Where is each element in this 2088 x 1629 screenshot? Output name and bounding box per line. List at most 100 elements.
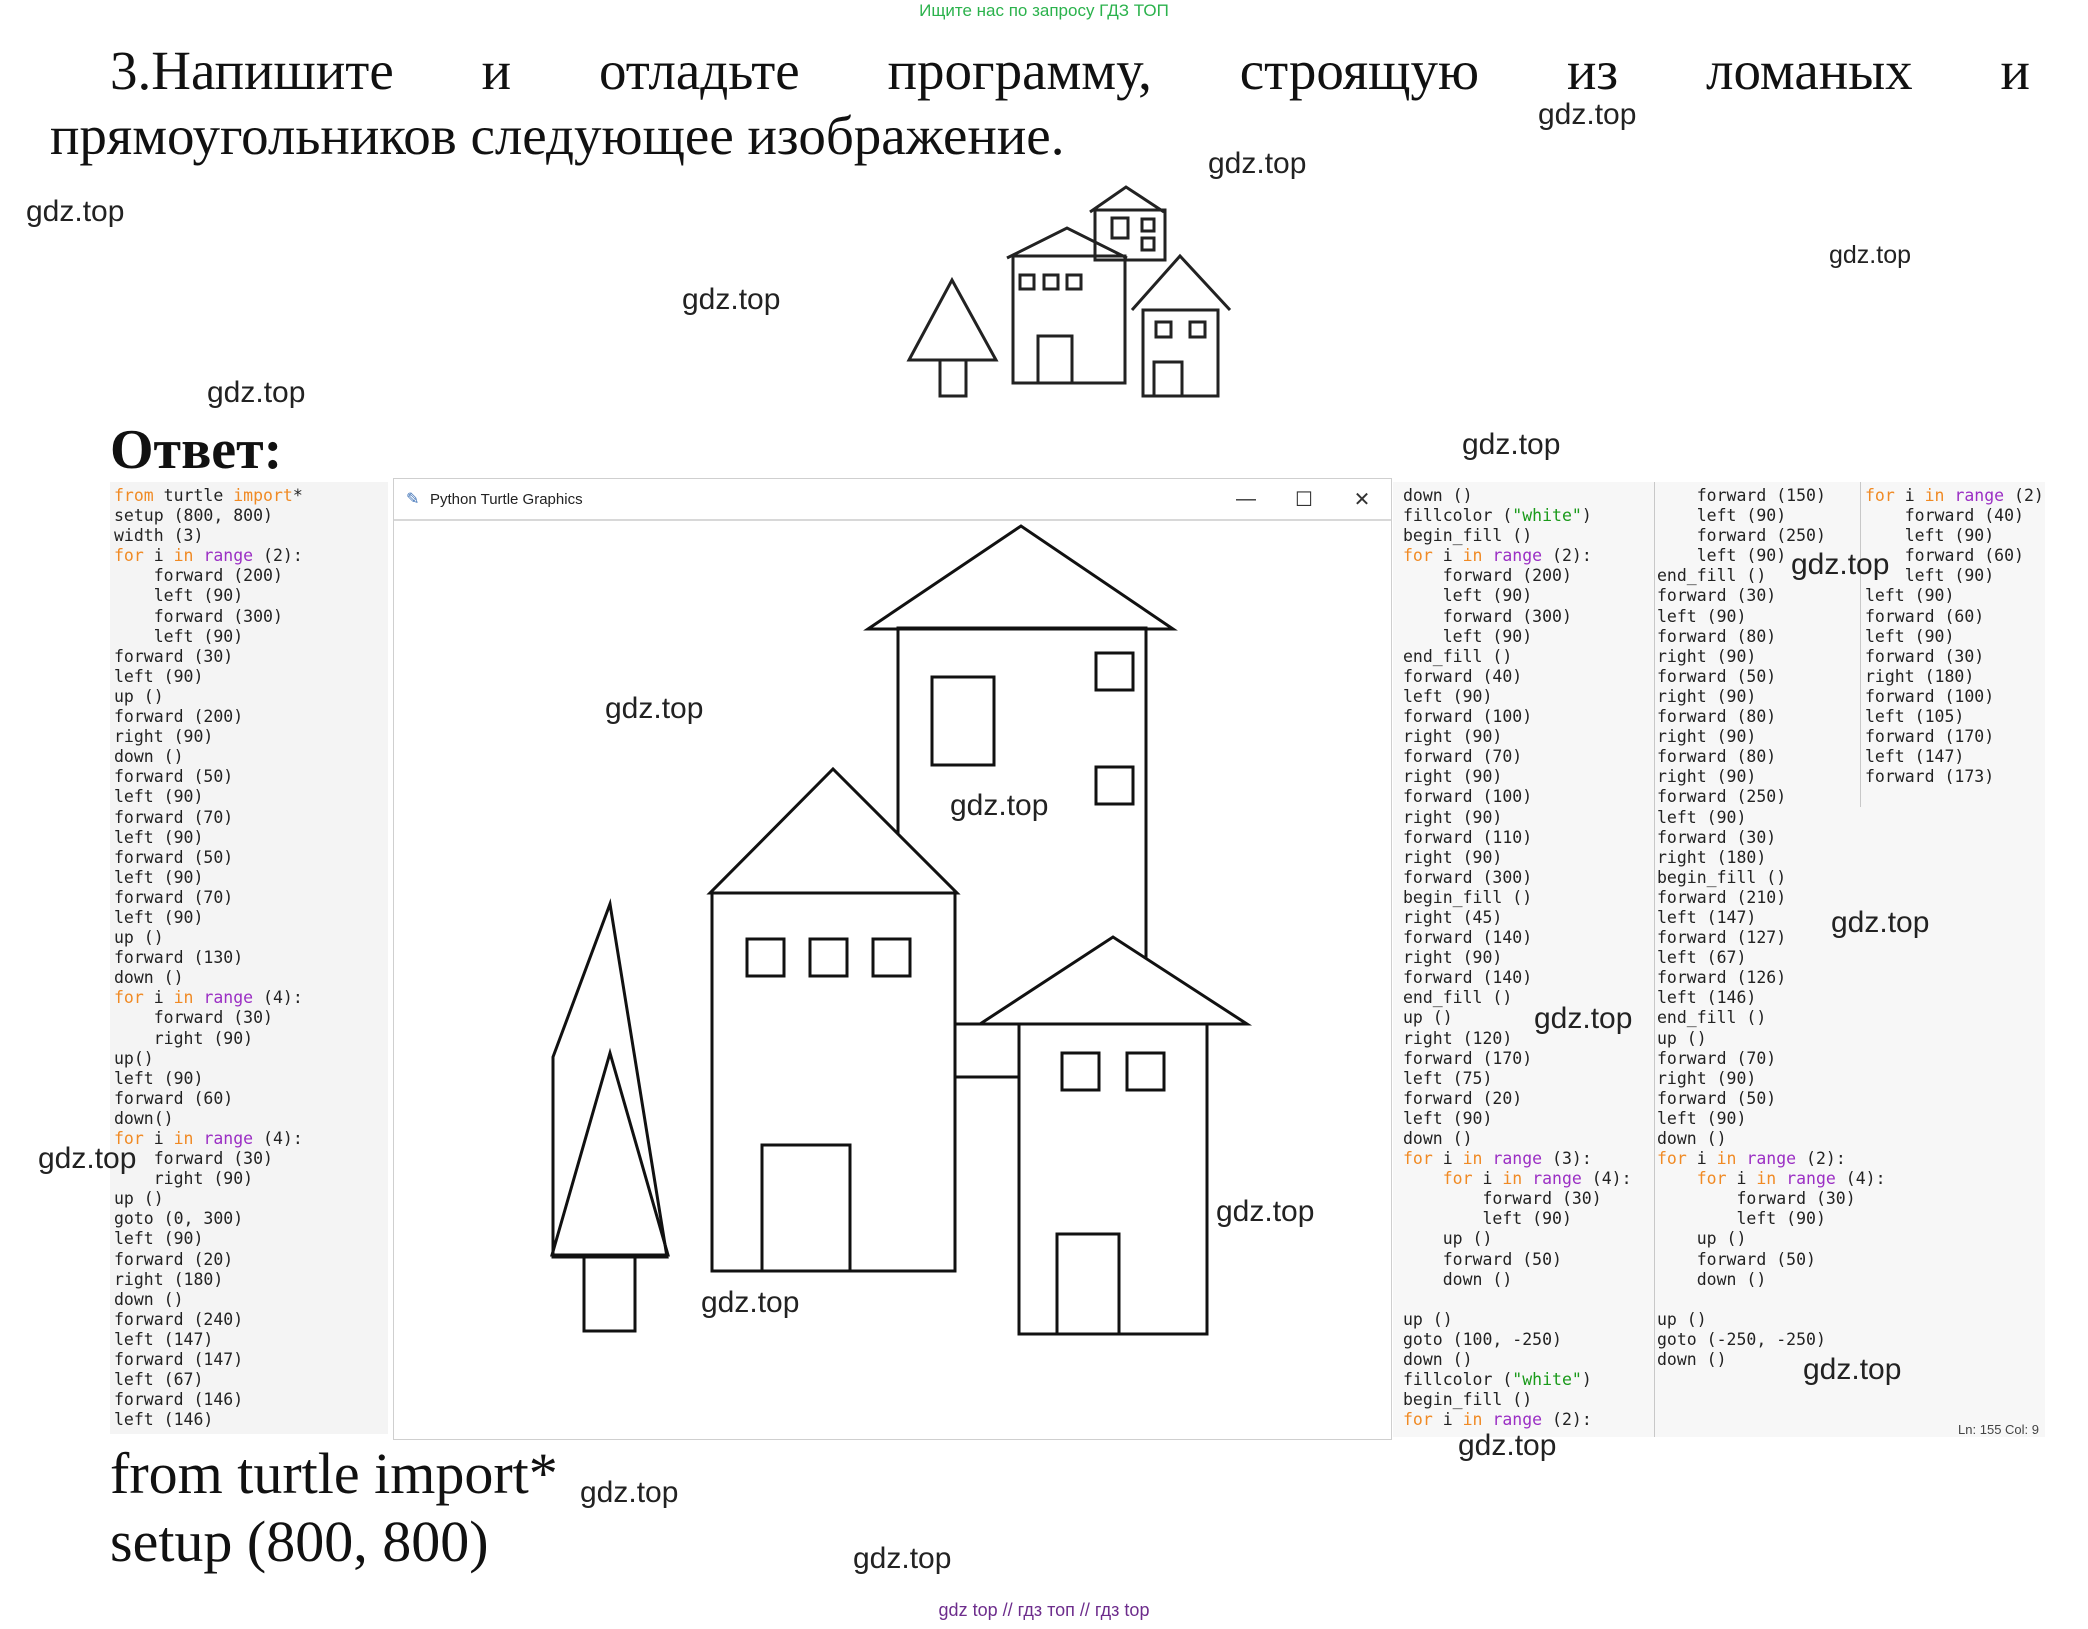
code-line: left (90) xyxy=(1403,686,1493,706)
code-line: forward (250) xyxy=(1657,526,1826,546)
watermark: gdz.top xyxy=(1216,1195,1315,1228)
code-line: up () xyxy=(114,928,164,948)
code-line: goto (100, -250) xyxy=(1403,1329,1562,1349)
code-line: down () xyxy=(114,747,184,767)
tower-window-small-1 xyxy=(1094,651,1135,692)
close-button[interactable]: ✕ xyxy=(1333,487,1391,512)
code-line: forward (80) xyxy=(1657,707,1777,727)
task-word: 3.Напишите xyxy=(110,40,394,101)
illustration-top-roof xyxy=(1089,185,1165,214)
code-line: left (90) xyxy=(114,867,204,887)
task-word: и xyxy=(2000,40,2030,101)
code-line: forward (30) xyxy=(114,1008,273,1028)
status-bar: Ln: 155 Col: 9 xyxy=(1958,1422,2039,1437)
right-house xyxy=(1017,1022,1209,1336)
footer-links[interactable]: gdz top // гдз топ // гдз top xyxy=(0,1600,2088,1621)
code-line: forward (170) xyxy=(1865,727,1995,747)
code-line: begin_fill () xyxy=(1403,526,1533,546)
code-line: left (90) xyxy=(1403,626,1533,646)
watermark: gdz.top xyxy=(1208,147,1307,180)
code-line: left (90) xyxy=(114,787,204,807)
task-word: отладьте xyxy=(598,40,800,101)
illustration-left-roof xyxy=(1006,226,1128,260)
code-line: for i in range (4): xyxy=(114,988,303,1008)
watermark: gdz.top xyxy=(1534,1002,1633,1035)
code-line: for i in range (2): xyxy=(1865,486,2045,505)
code-line: forward (173) xyxy=(1865,767,1995,787)
code-line: forward (30) xyxy=(1657,1189,1856,1209)
tree-trunk xyxy=(582,1253,637,1333)
watermark: gdz.top xyxy=(853,1542,952,1575)
code-line: right (90) xyxy=(114,727,214,747)
maximize-button[interactable]: ☐ xyxy=(1275,487,1333,512)
code-line: forward (60) xyxy=(114,1088,234,1108)
code-line: down () xyxy=(1403,1350,1473,1370)
window-titlebar: ✎ Python Turtle Graphics — ☐ ✕ xyxy=(394,479,1391,521)
code-line: forward (200) xyxy=(114,566,283,586)
code-line: forward (80) xyxy=(1657,747,1777,767)
code-line: right (90) xyxy=(1403,767,1503,787)
code-line: forward (140) xyxy=(1403,928,1533,948)
watermark: gdz.top xyxy=(1831,906,1930,939)
code-line: forward (60) xyxy=(1865,606,1985,626)
column-divider-1 xyxy=(1654,482,1655,1437)
task-word: и xyxy=(481,40,512,101)
code-line: right (90) xyxy=(1657,1068,1757,1088)
code-line: width (3) xyxy=(114,526,204,546)
turtle-window: ✎ Python Turtle Graphics — ☐ ✕ xyxy=(393,478,1392,1440)
code-line: forward (140) xyxy=(1403,968,1533,988)
watermark: gdz.top xyxy=(1803,1353,1902,1386)
code-listing-left: from turtle import* setup (800, 800) width… xyxy=(110,482,388,1430)
code-line: end_fill () xyxy=(1657,1008,1767,1028)
top-banner[interactable]: Ищите нас по запросу ГДЗ ТОП xyxy=(0,0,2088,22)
code-line: left (90) xyxy=(114,586,244,606)
task-word: ломаных xyxy=(1706,40,1913,101)
code-line: goto (0, 300) xyxy=(114,1209,244,1229)
code-line: forward (30) xyxy=(1865,646,1985,666)
code-line: up () xyxy=(1657,1028,1707,1048)
code-line: from turtle import* xyxy=(114,486,303,505)
code-line: left (90) xyxy=(114,1068,204,1088)
task-statement: 3.Напишите и отладьте программу, строящую из л… xyxy=(50,38,2030,168)
code-line: forward (30) xyxy=(1657,586,1777,606)
code-line: for i in range (2): xyxy=(114,546,303,566)
code-line: forward (20) xyxy=(114,1249,234,1269)
code-listing-right-1: down () fillcolor ("white") begin_fill () f… xyxy=(1403,486,1632,1430)
watermark: gdz.top xyxy=(26,195,125,228)
task-line-1: 3.Напишите и отладьте программу, строящую из л… xyxy=(50,38,2030,103)
code-line: right (180) xyxy=(114,1269,224,1289)
code-line: forward (50) xyxy=(114,767,234,787)
code-line: left (90) xyxy=(1657,606,1747,626)
code-line: forward (50) xyxy=(114,847,234,867)
column-divider-2 xyxy=(1860,482,1861,807)
code-line: right (45) xyxy=(1403,907,1503,927)
window-title: Python Turtle Graphics xyxy=(430,490,583,508)
code-line: down () xyxy=(1403,1269,1513,1289)
turtle-canvas xyxy=(550,524,1253,1336)
code-line: setup (800, 800) xyxy=(114,506,273,526)
code-line: forward (240) xyxy=(114,1309,244,1329)
code-line: right (90) xyxy=(1403,807,1503,827)
minimize-button[interactable]: — xyxy=(1217,488,1275,511)
code-line: left (90) xyxy=(1403,586,1533,606)
watermark: gdz.top xyxy=(38,1142,137,1175)
code-line: forward (250) xyxy=(1657,787,1787,807)
code-line: for i in range (2): xyxy=(1403,546,1592,566)
code-line: forward (80) xyxy=(1657,626,1777,646)
code-line: down () xyxy=(1403,486,1473,505)
code-line: forward (100) xyxy=(1403,707,1533,727)
watermark: gdz.top xyxy=(950,789,1049,822)
code-line: for i in range (4): xyxy=(1696,1169,1886,1189)
code-line: right (90) xyxy=(1403,948,1503,968)
watermark: gdz.top xyxy=(701,1286,800,1319)
code-line: for i in range (4): xyxy=(1442,1169,1632,1189)
watermark: gdz.top xyxy=(682,283,781,316)
code-line: forward (147) xyxy=(114,1350,244,1370)
code-line: left (90) xyxy=(114,827,204,847)
code-line: forward (126) xyxy=(1657,968,1787,988)
code-line: forward (100) xyxy=(1403,787,1533,807)
code-line: begin_fill () xyxy=(1657,867,1787,887)
code-line: left (105) xyxy=(1865,707,1965,727)
